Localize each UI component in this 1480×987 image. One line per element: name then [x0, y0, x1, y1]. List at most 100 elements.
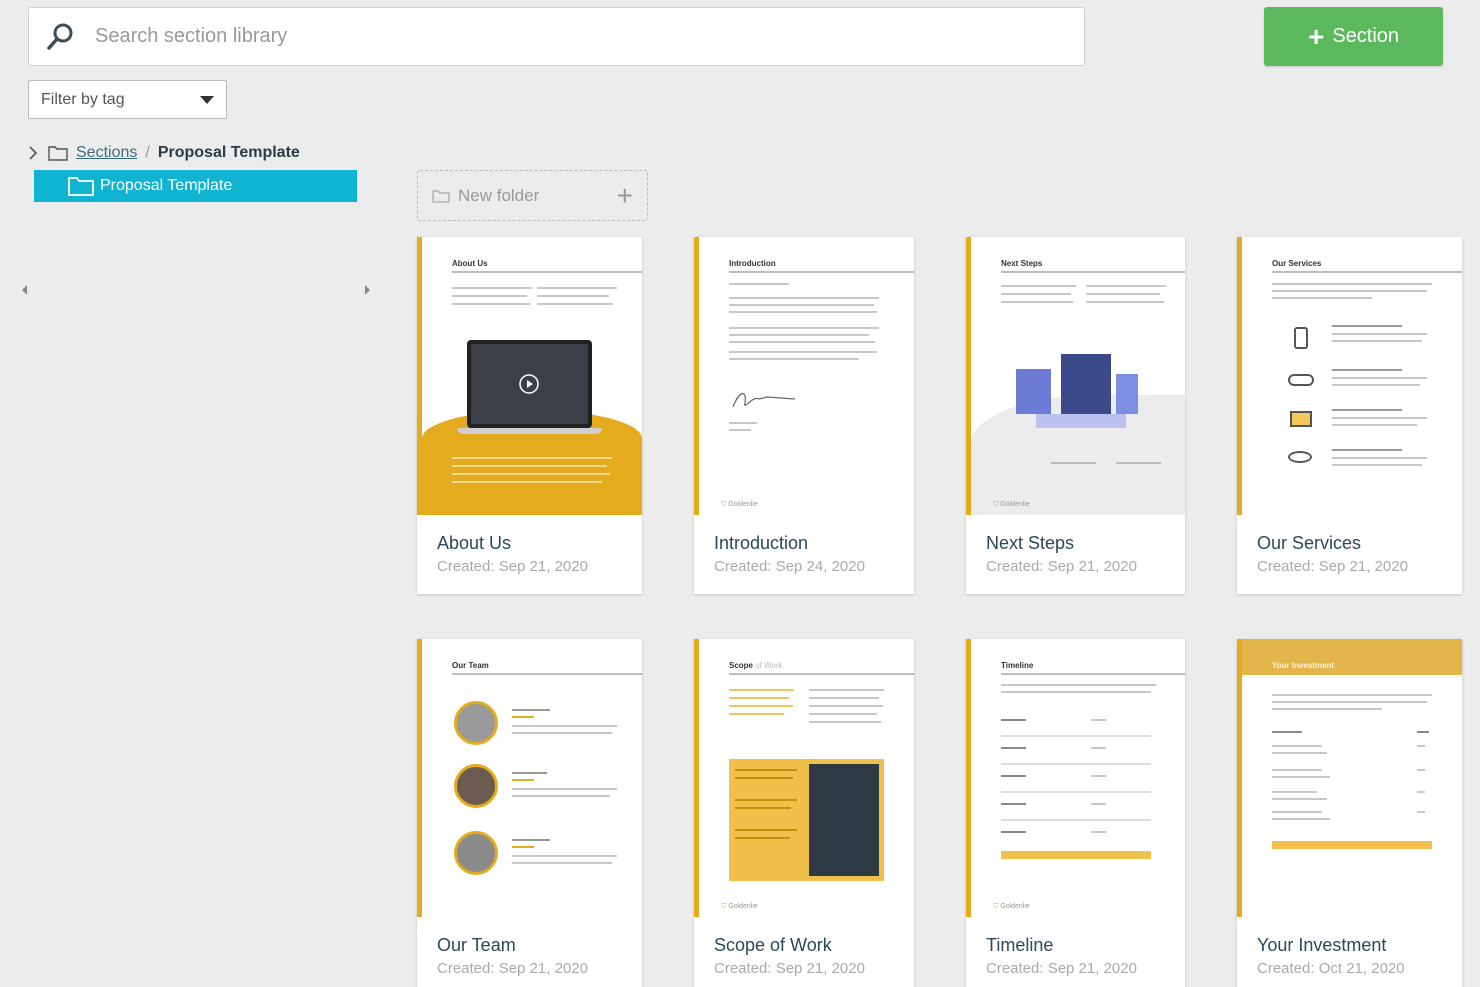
text-line — [1272, 791, 1317, 793]
text-line — [735, 807, 791, 809]
text-line — [1272, 701, 1427, 703]
team-member-photo — [454, 764, 498, 808]
folder-icon — [48, 146, 68, 161]
divider — [452, 271, 642, 273]
text-line — [729, 713, 784, 715]
section-card-meta: Our Team Created: Sep 21, 2020 — [417, 917, 642, 987]
text-line — [452, 465, 607, 467]
divider — [1272, 271, 1462, 273]
divider — [729, 673, 914, 675]
text-line — [735, 777, 793, 779]
text-line — [729, 297, 879, 299]
text-line — [1001, 775, 1026, 777]
section-thumbnail: About Us — [417, 237, 642, 515]
scroll-left-icon[interactable] — [22, 285, 27, 295]
laptop-image — [467, 340, 592, 428]
text-line — [1001, 803, 1026, 805]
text-line — [537, 295, 609, 297]
thumbnail-heading: Next Steps — [1001, 259, 1043, 268]
section-card-introduction[interactable]: Introduction ⛉ Goldenlie Introduction Cr… — [694, 237, 914, 594]
text-line — [512, 725, 617, 727]
thumbnail-heading: Our Team — [452, 661, 489, 670]
tree-item-proposal-template[interactable]: Proposal Template — [34, 170, 357, 202]
thumbnail-heading-secondary: of Work — [755, 661, 783, 670]
thumbnail-heading: Your Investment — [1272, 661, 1335, 670]
breadcrumb-separator: / — [145, 144, 150, 161]
developer-photo — [809, 764, 879, 876]
section-card-meta: Your Investment Created: Oct 21, 2020 — [1237, 917, 1462, 987]
text-line — [1091, 719, 1106, 721]
monitor-icon — [1290, 411, 1312, 427]
section-name: Scope of Work — [714, 935, 832, 955]
illustration-block — [1061, 354, 1111, 414]
thumbnail-heading: About Us — [452, 259, 488, 268]
plus-icon: + — [1307, 20, 1325, 52]
text-line — [1332, 333, 1427, 335]
section-thumbnail: Your Investment — [1237, 639, 1462, 917]
folder-icon — [432, 189, 450, 203]
add-section-button[interactable]: + Section — [1264, 7, 1443, 66]
chevron-right-icon[interactable] — [28, 146, 38, 160]
text-line — [1272, 283, 1432, 285]
text-line — [1086, 285, 1166, 287]
text-line — [512, 772, 547, 774]
section-name: Our Team — [437, 935, 516, 955]
text-line — [512, 846, 534, 848]
illustration-block — [1116, 374, 1138, 414]
section-card-next-steps[interactable]: Next Steps ⛉ Goldenlie Next Steps Create… — [966, 237, 1185, 594]
text-line — [1332, 449, 1402, 451]
filter-by-tag-select[interactable]: Filter by tag — [28, 80, 227, 119]
section-thumbnail: Our Services — [1237, 237, 1462, 515]
search-input[interactable] — [95, 25, 995, 48]
text-line — [512, 788, 617, 790]
breadcrumb: Sections / Proposal Template — [28, 142, 300, 164]
new-folder-button[interactable]: New folder + — [417, 170, 648, 221]
text-line — [729, 327, 879, 329]
text-line — [729, 304, 874, 306]
section-name: Our Services — [1257, 533, 1362, 553]
section-card-about-us[interactable]: About Us About Us Created: Sep 21, 2020 — [417, 237, 642, 594]
add-section-label: Section — [1332, 25, 1400, 47]
tree-horizontal-scrollbar[interactable] — [18, 282, 374, 298]
section-date: Created: Sep 24, 2020 — [714, 558, 865, 575]
text-line — [1417, 791, 1425, 793]
text-line — [1091, 803, 1106, 805]
phone-icon — [1294, 327, 1308, 349]
thumbnail-heading: Introduction — [729, 259, 776, 268]
section-card-our-services[interactable]: Our Services Our Services Created: Sep 2… — [1237, 237, 1462, 594]
cloud-icon — [1288, 374, 1314, 386]
text-line — [1272, 290, 1427, 292]
brand-logo: ⛉ Goldenlie — [721, 903, 758, 910]
breadcrumb-sections-link[interactable]: Sections — [76, 144, 137, 162]
text-line — [729, 358, 859, 360]
text-line — [1001, 293, 1071, 295]
text-line — [1001, 735, 1151, 737]
text-line — [809, 721, 881, 723]
text-line — [452, 287, 532, 289]
text-line — [1272, 798, 1327, 800]
scroll-right-icon[interactable] — [365, 285, 370, 295]
text-line — [1332, 409, 1402, 411]
caret-down-icon — [200, 95, 214, 104]
section-card-scope-of-work[interactable]: Scope of Work ⛉ Goldenlie Scope of Work … — [694, 639, 914, 987]
section-card-our-team[interactable]: Our Team Our Team Created: Sep 21, 2020 — [417, 639, 642, 987]
section-card-meta: Introduction Created: Sep 24, 2020 — [694, 515, 914, 594]
brand-name: Goldenlie — [1000, 903, 1030, 910]
text-line — [729, 283, 789, 285]
text-line — [1272, 297, 1372, 299]
thumbnail-heading: Our Services — [1272, 259, 1322, 268]
section-card-meta: Timeline Created: Sep 21, 2020 — [966, 917, 1185, 987]
section-card-timeline[interactable]: Timeline ⛉ Goldenlie Timeline Created: S… — [966, 639, 1185, 987]
text-line — [729, 429, 751, 431]
text-line — [729, 351, 877, 353]
section-name: Introduction — [714, 533, 809, 553]
section-card-your-investment[interactable]: Your Investment Your Investment Created:… — [1237, 639, 1462, 987]
section-date: Created: Sep 21, 2020 — [1257, 558, 1408, 575]
total-bar — [1272, 841, 1432, 849]
section-name: Your Investment — [1257, 935, 1387, 955]
text-line — [537, 303, 613, 305]
text-line — [1332, 464, 1422, 466]
folder-icon — [68, 177, 94, 196]
text-line — [452, 473, 610, 475]
text-line — [1001, 684, 1156, 686]
